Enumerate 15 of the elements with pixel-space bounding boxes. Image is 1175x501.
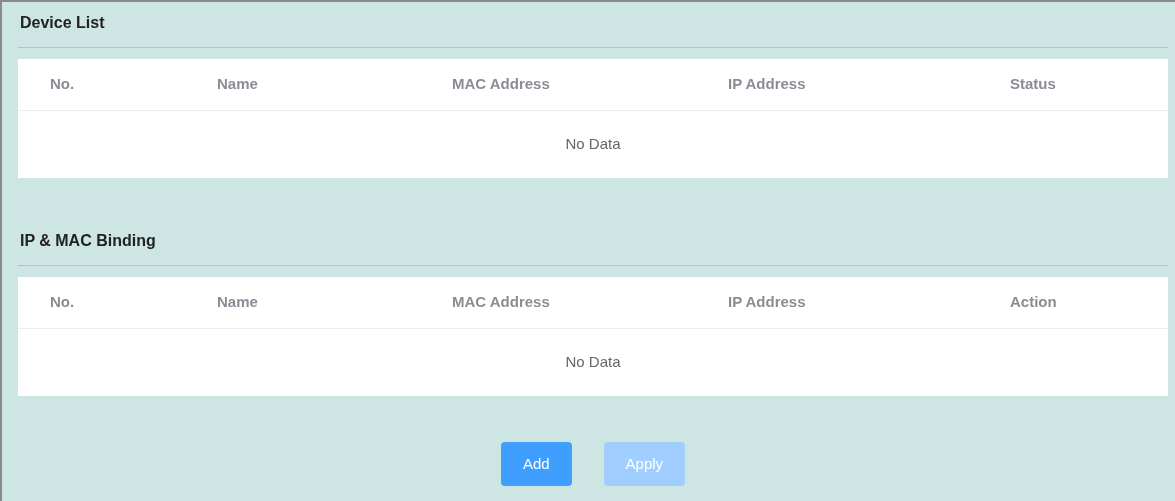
column-header: No. xyxy=(49,292,76,313)
section-title: Device List xyxy=(19,13,105,33)
empty-text: No Data xyxy=(565,134,621,155)
column-header: MAC Address xyxy=(451,292,551,313)
column-header: IP Address xyxy=(727,74,807,95)
column-header: MAC Address xyxy=(451,74,551,95)
add-button[interactable]: Add xyxy=(500,442,572,486)
empty-text: No Data xyxy=(565,352,621,373)
column-header: Name xyxy=(216,74,259,95)
column-header: Status xyxy=(1009,74,1057,95)
column-header: No. xyxy=(49,74,76,95)
section-title: IP & MAC Binding xyxy=(19,231,156,251)
column-header: IP Address xyxy=(727,292,807,313)
column-header: Name xyxy=(216,292,259,313)
column-header: Action xyxy=(1009,292,1058,313)
